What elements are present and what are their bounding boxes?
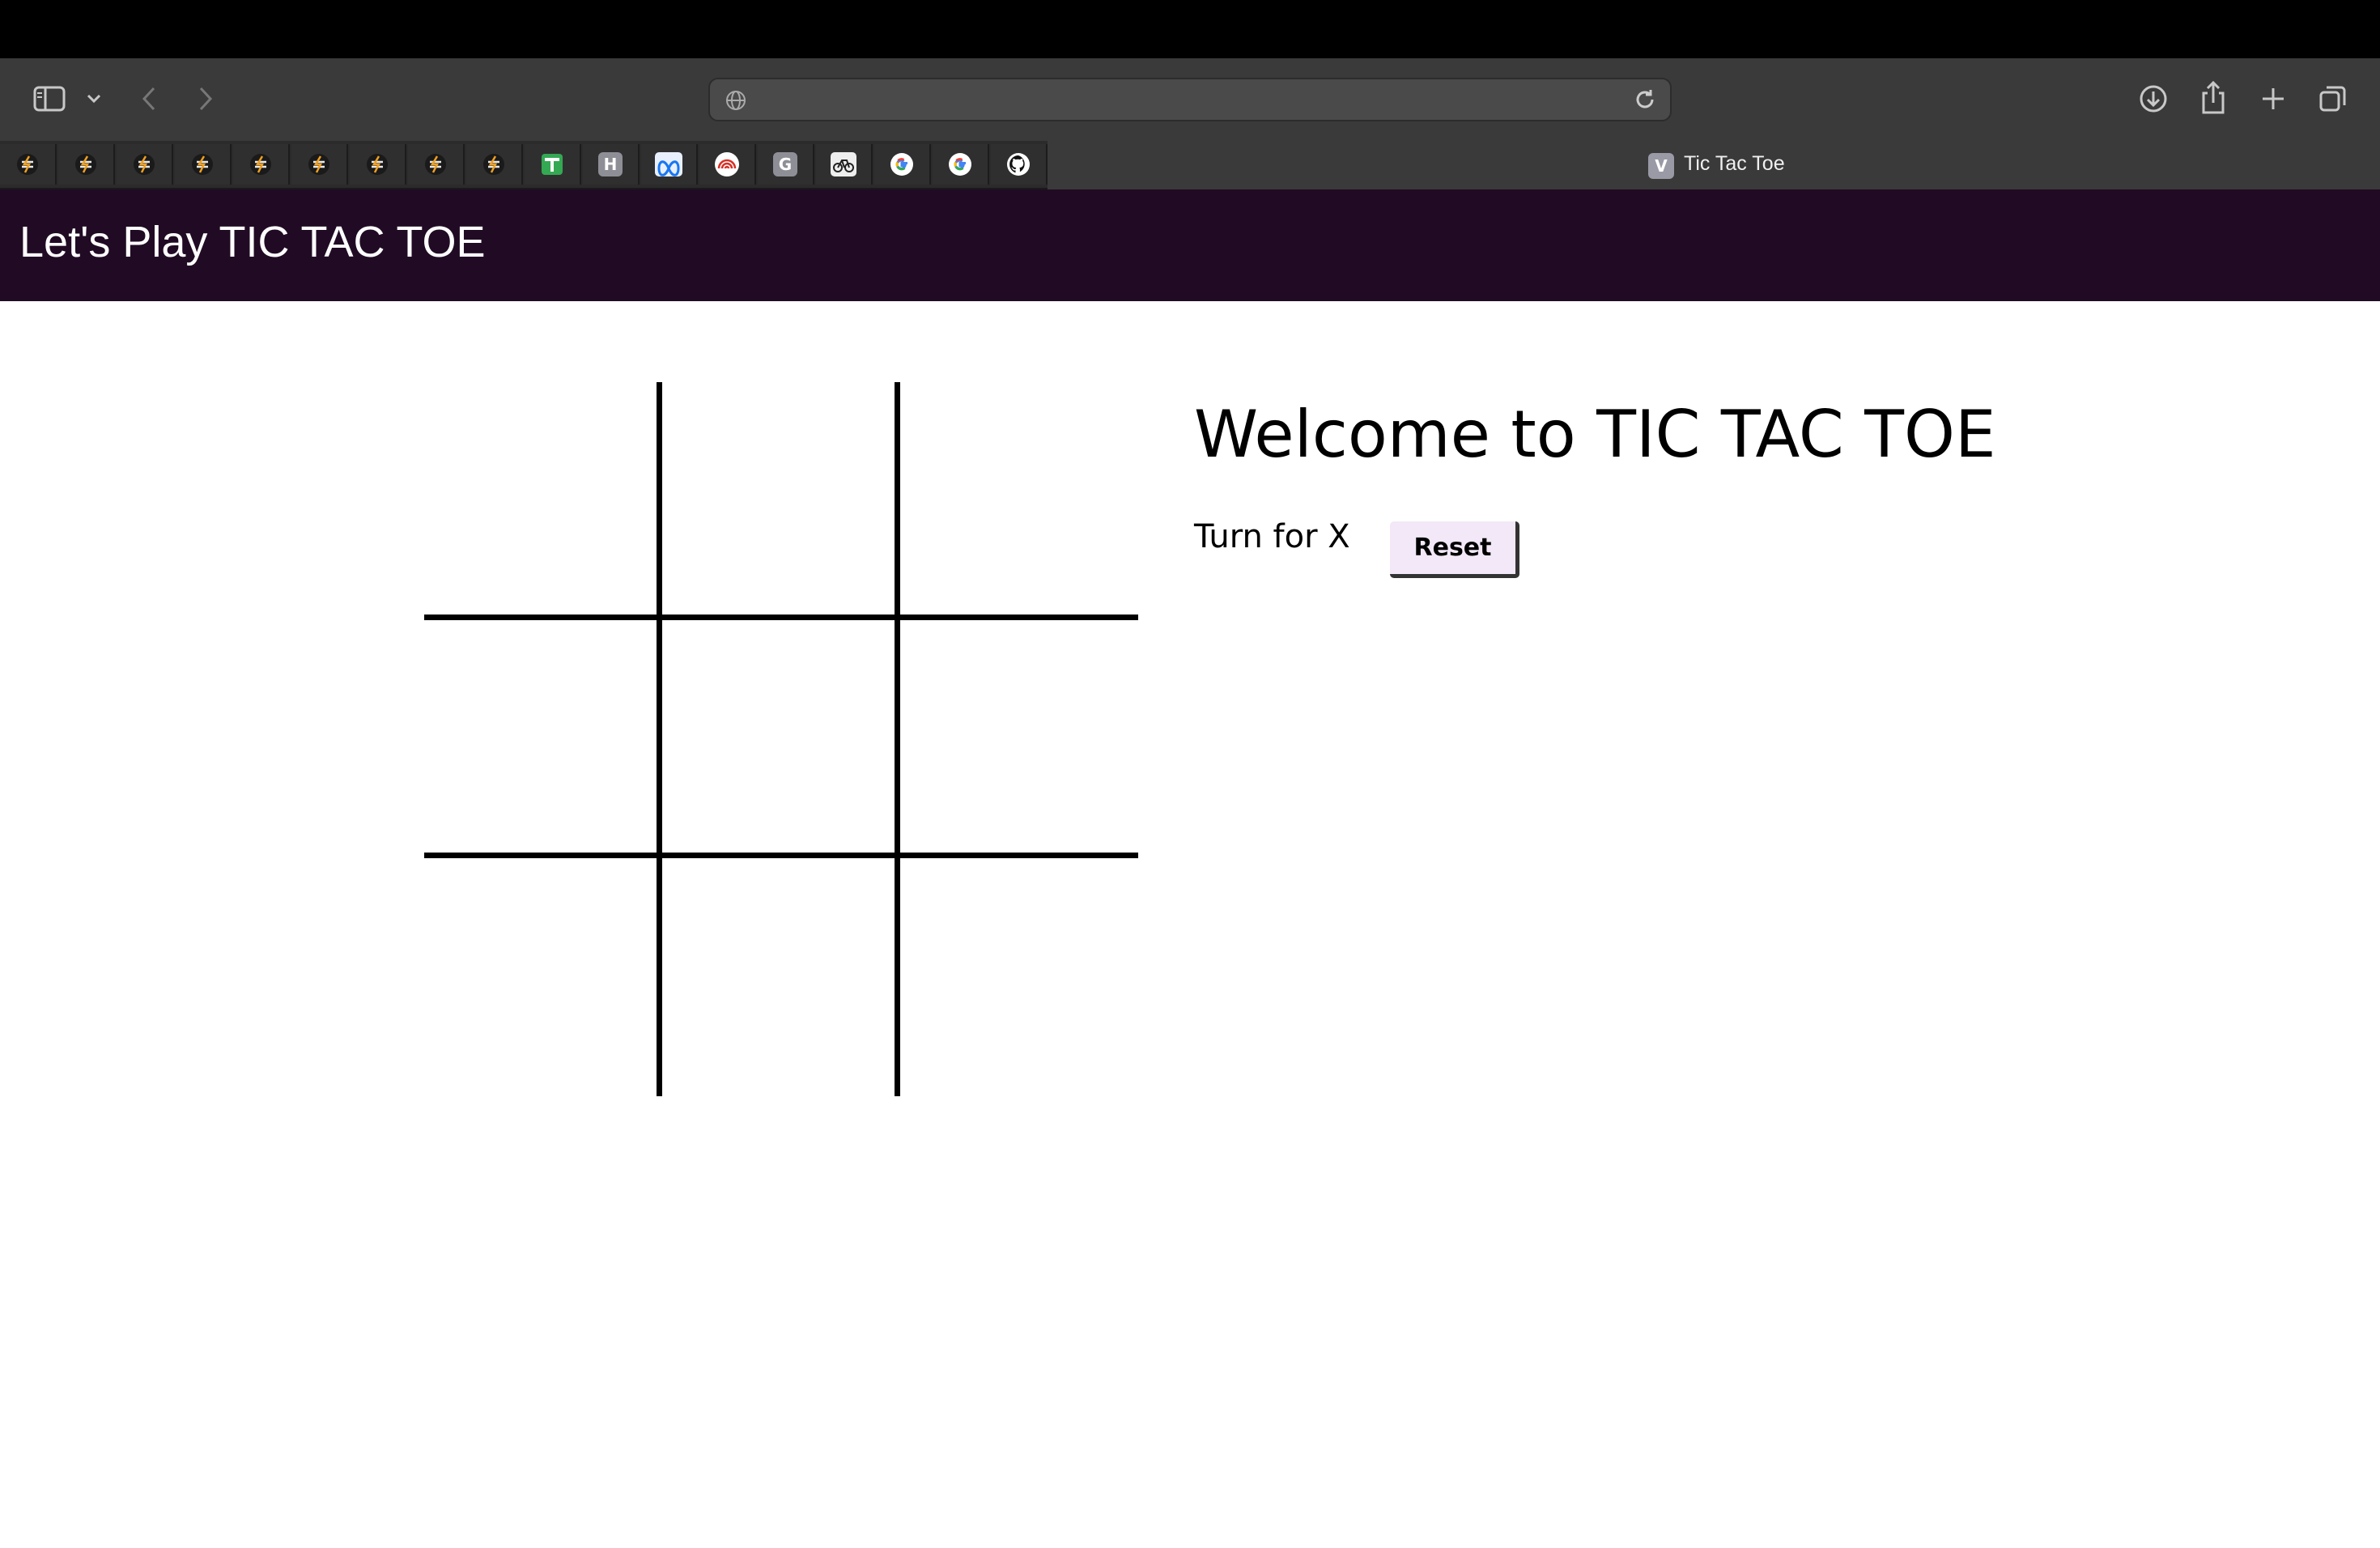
board-cell[interactable] bbox=[424, 858, 662, 1096]
lightning-icon bbox=[249, 152, 273, 176]
globe-icon bbox=[725, 89, 747, 116]
sidebar-toggle-icon[interactable] bbox=[31, 83, 68, 115]
pinned-tab[interactable]: G bbox=[758, 144, 814, 185]
board-cell[interactable] bbox=[424, 620, 662, 858]
board-cell[interactable] bbox=[900, 858, 1138, 1096]
lightning-icon bbox=[482, 152, 506, 176]
welcome-heading: Welcome to TIC TAC TOE bbox=[1194, 397, 1996, 472]
tab-overview-icon[interactable] bbox=[2315, 81, 2351, 117]
pinned-tab[interactable] bbox=[0, 144, 57, 185]
pinned-tab[interactable] bbox=[117, 144, 173, 185]
pinned-tab[interactable] bbox=[933, 144, 989, 185]
tab-active[interactable]: V Tic Tac Toe bbox=[1048, 141, 2380, 189]
board-cell[interactable] bbox=[662, 620, 900, 858]
pinned-tab[interactable] bbox=[350, 144, 406, 185]
app-header: Let's Play TIC TAC TOE bbox=[0, 189, 2380, 301]
letter-icon: G bbox=[773, 152, 797, 176]
chevron-down-icon[interactable] bbox=[84, 89, 104, 108]
google-icon bbox=[948, 152, 972, 176]
pinned-tab[interactable] bbox=[816, 144, 873, 185]
game-board bbox=[424, 382, 1138, 1096]
pinned-tab[interactable] bbox=[291, 144, 348, 185]
tab-bar: HG V Tic Tac Toe bbox=[0, 141, 2380, 189]
pinned-tab[interactable]: H bbox=[583, 144, 640, 185]
tab-favicon: V bbox=[1648, 153, 1674, 179]
forward-arrow-icon[interactable] bbox=[193, 83, 219, 115]
board-cell[interactable] bbox=[662, 858, 900, 1096]
download-icon[interactable] bbox=[2136, 81, 2171, 117]
address-bar[interactable] bbox=[708, 78, 1672, 121]
lightning-icon bbox=[15, 152, 40, 176]
lightning-icon bbox=[423, 152, 448, 176]
letter-icon: H bbox=[598, 152, 623, 176]
lightning-icon bbox=[74, 152, 98, 176]
board-cell[interactable] bbox=[900, 382, 1138, 620]
tab-title: Tic Tac Toe bbox=[1684, 152, 1785, 175]
pinned-tab[interactable] bbox=[466, 144, 523, 185]
browser-toolbar bbox=[0, 58, 2380, 141]
lightning-icon bbox=[190, 152, 215, 176]
pinned-tab[interactable] bbox=[408, 144, 465, 185]
pinned-tab[interactable] bbox=[991, 144, 1048, 185]
lightning-icon bbox=[307, 152, 331, 176]
red-rings-icon bbox=[715, 152, 739, 176]
back-arrow-icon[interactable] bbox=[136, 83, 162, 115]
board-cell[interactable] bbox=[900, 620, 1138, 858]
reset-button[interactable]: Reset bbox=[1390, 521, 1519, 578]
github-icon bbox=[1006, 152, 1031, 176]
lightning-icon bbox=[365, 152, 389, 176]
url-input[interactable] bbox=[759, 84, 1604, 117]
pinned-tab[interactable] bbox=[874, 144, 931, 185]
bicycle-icon bbox=[831, 152, 856, 176]
system-bar bbox=[0, 0, 2380, 58]
pinned-tab[interactable] bbox=[58, 144, 115, 185]
board-cell[interactable] bbox=[424, 382, 662, 620]
new-tab-plus-icon[interactable] bbox=[2255, 81, 2291, 117]
lightning-icon bbox=[132, 152, 156, 176]
board-cell[interactable] bbox=[662, 382, 900, 620]
reload-icon[interactable] bbox=[1633, 87, 1657, 116]
google-icon bbox=[890, 152, 914, 176]
meta-icon bbox=[655, 152, 682, 176]
app-title: Let's Play TIC TAC TOE bbox=[19, 218, 486, 266]
pinned-tabs: HG bbox=[0, 141, 1048, 189]
turn-indicator: Turn for X bbox=[1194, 518, 1350, 555]
pinned-tab[interactable] bbox=[699, 144, 756, 185]
pinned-tab[interactable] bbox=[641, 144, 698, 185]
pinned-tab[interactable] bbox=[175, 144, 232, 185]
share-icon[interactable] bbox=[2195, 78, 2231, 117]
pinned-tab[interactable] bbox=[233, 144, 290, 185]
green-grid-icon bbox=[540, 152, 564, 176]
pinned-tab[interactable] bbox=[525, 144, 581, 185]
